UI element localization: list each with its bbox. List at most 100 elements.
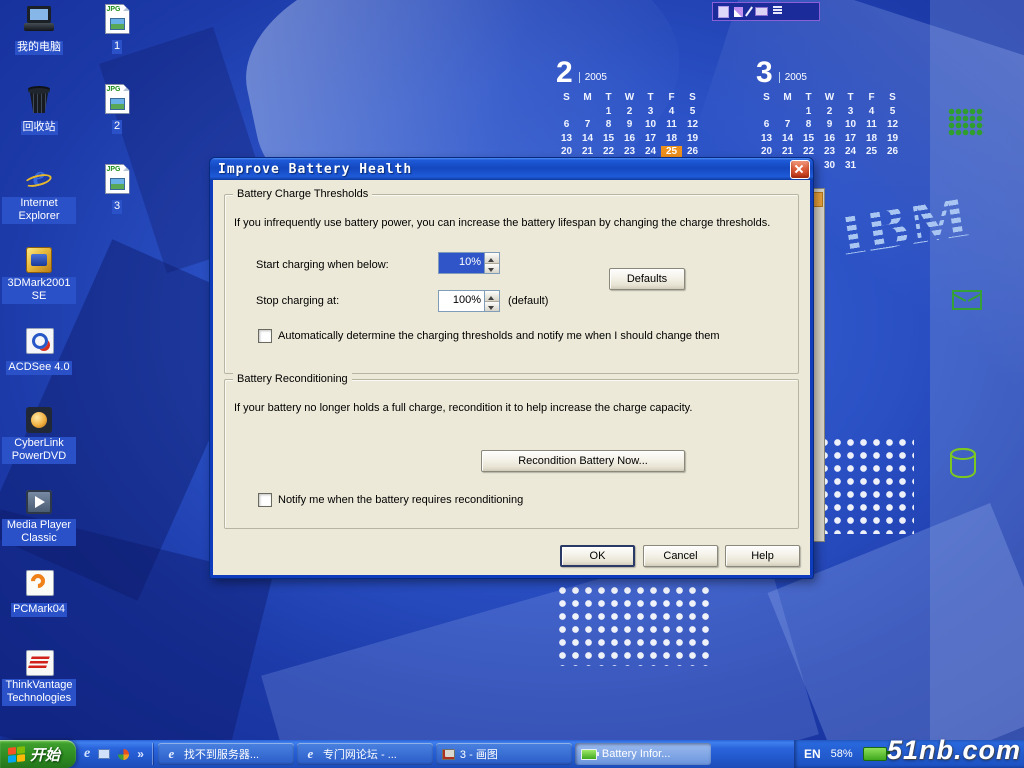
recondition-battery-button[interactable]: Recondition Battery Now... <box>481 450 685 472</box>
close-button[interactable] <box>790 160 810 179</box>
calendar-day-headers: SMTWTFS <box>556 92 706 106</box>
desktop-icon-powerdvd[interactable]: CyberLink PowerDVD <box>2 406 76 464</box>
taskbar-button[interactable]: 专门网论坛 - ... <box>297 743 433 765</box>
calendar-february: 2 2005 SMTWTFS 1234567891011121314151617… <box>556 56 706 173</box>
calendar-day-header: M <box>777 92 798 106</box>
calendar-day-header: W <box>619 92 640 106</box>
cancel-button[interactable]: Cancel <box>643 545 718 567</box>
desktop-icon-my-computer[interactable]: 我的电脑 <box>2 6 76 55</box>
desktop[interactable]: IBM 我的电脑回收站Internet Explorer3DMark2001 S… <box>0 0 1024 768</box>
checkbox-unchecked[interactable] <box>258 493 272 507</box>
desktop-file-label: 1 <box>112 40 122 54</box>
checkbox-label: Notify me when the battery requires reco… <box>278 494 523 506</box>
calendar-day: 15 <box>598 133 619 147</box>
show-desktop-icon[interactable] <box>98 749 110 759</box>
battery-icon[interactable] <box>863 747 887 761</box>
calendar-day: 4 <box>861 106 882 120</box>
calendar-day: 12 <box>682 119 703 133</box>
calendar-day: 9 <box>819 119 840 133</box>
background-window-edge <box>811 188 825 542</box>
calendar-day: 18 <box>861 133 882 147</box>
start-charging-label: Start charging when below: <box>256 259 389 271</box>
desktop-icon-pcmark04[interactable]: PCMark04 <box>2 568 76 617</box>
desktop-icon-acdsee[interactable]: ACDSee 4.0 <box>2 326 76 375</box>
desktop-file-2[interactable]: JPG2 <box>80 84 154 134</box>
calendar-day-header: F <box>661 92 682 106</box>
reconditioning-description: If your battery no longer holds a full c… <box>234 402 692 414</box>
desktop-icon-internet-explorer[interactable]: Internet Explorer <box>2 166 76 224</box>
calendar-day-header: T <box>598 92 619 106</box>
spin-up-icon[interactable] <box>485 291 499 302</box>
desktop-icon-label: 3DMark2001 SE <box>2 277 76 304</box>
desktop-icon-recycle-bin[interactable]: 回收站 <box>2 86 76 135</box>
spin-down-icon[interactable] <box>485 264 499 274</box>
desktop-icon-label: 回收站 <box>21 121 58 135</box>
spin-down-icon[interactable] <box>485 302 499 312</box>
start-charge-spinner[interactable]: 10% <box>438 252 500 274</box>
jpg-thumbnail <box>110 18 125 30</box>
taskbar-button[interactable]: Battery Infor... <box>575 743 711 765</box>
internet-explorer-icon[interactable] <box>84 746 90 762</box>
calendar-day: 4 <box>661 106 682 120</box>
language-indicator[interactable]: EN <box>804 747 821 761</box>
calendar-day: 6 <box>756 119 777 133</box>
calendar-day: 19 <box>682 133 703 147</box>
desktop-icon-label: CyberLink PowerDVD <box>2 437 76 464</box>
auto-threshold-checkbox-row[interactable]: Automatically determine the charging thr… <box>258 329 719 343</box>
desktop-file-3[interactable]: JPG 3 <box>80 164 154 214</box>
calendar-day: 1 <box>598 106 619 120</box>
spin-up-icon[interactable] <box>485 253 499 264</box>
chevron-icon[interactable] <box>137 747 144 761</box>
help-button[interactable]: Help <box>725 545 800 567</box>
start-charge-value[interactable]: 10% <box>439 253 484 273</box>
calendar-day-header: M <box>577 92 598 106</box>
desktop-icon-media-player-classic[interactable]: Media Player Classic <box>2 488 76 546</box>
taskbar-button-label: 专门网论坛 - ... <box>323 746 397 762</box>
ie-page-icon <box>303 748 318 761</box>
desktop-file-label: 2 <box>112 120 122 134</box>
desktop-toolbar[interactable] <box>712 2 820 21</box>
stop-charge-spinner[interactable]: 100% <box>438 290 500 312</box>
battery-reconditioning-group: Battery Reconditioning If your battery n… <box>224 379 799 529</box>
calendar-day: 13 <box>756 133 777 147</box>
windows-logo-icon <box>8 746 25 763</box>
default-suffix: (default) <box>508 295 548 307</box>
battery-charge-thresholds-group: Battery Charge Thresholds If you infrequ… <box>224 194 799 374</box>
checkbox-unchecked[interactable] <box>258 329 272 343</box>
notify-recondition-checkbox-row[interactable]: Notify me when the battery requires reco… <box>258 493 523 507</box>
desktop-file-1[interactable]: JPG1 <box>80 4 154 54</box>
calendar-day: 1 <box>798 106 819 120</box>
options-icon[interactable] <box>773 9 782 11</box>
stop-charge-value[interactable]: 100% <box>439 291 484 311</box>
desktop-file-label: 3 <box>112 200 122 214</box>
calendar-month-number: 3 <box>756 60 773 86</box>
dialog-titlebar[interactable]: Improve Battery Health <box>210 158 813 180</box>
pcmark04-icon <box>22 568 56 596</box>
taskbar-button[interactable]: 3 - 画图 <box>436 743 572 765</box>
defaults-button[interactable]: Defaults <box>609 268 685 290</box>
media-player-icon[interactable] <box>118 749 129 760</box>
calendar-day: 2 <box>619 106 640 120</box>
handwriting-icon[interactable] <box>734 7 743 17</box>
calendar-day: 16 <box>619 133 640 147</box>
jpg-badge: JPG <box>107 166 121 173</box>
input-panel-icon[interactable] <box>718 6 729 18</box>
desktop-icon-label: ThinkVantage Technologies <box>2 679 76 706</box>
pen-icon[interactable] <box>745 6 753 16</box>
background-window-button[interactable] <box>812 192 823 207</box>
jpg-thumbnail <box>110 178 125 190</box>
jpg-file-icon: JPG <box>105 164 130 194</box>
start-button[interactable]: 开始 <box>0 740 76 768</box>
calendar-day-headers: SMTWTFS <box>756 92 906 106</box>
paint-icon <box>442 749 455 760</box>
taskbar-button[interactable]: 找不到服务器... <box>158 743 294 765</box>
calendar-day: 31 <box>840 160 861 174</box>
ok-button[interactable]: OK <box>560 545 635 567</box>
keyboard-icon[interactable] <box>755 7 768 16</box>
stop-charging-label: Stop charging at: <box>256 295 339 307</box>
desktop-icon-thinkvantage[interactable]: ThinkVantage Technologies <box>2 648 76 706</box>
desktop-icon-3dmark2001-se[interactable]: 3DMark2001 SE <box>2 246 76 304</box>
task-buttons: 找不到服务器... 专门网论坛 - ... 3 - 画图Battery Infor.… <box>153 743 794 765</box>
calendar-day: 8 <box>798 119 819 133</box>
calendar-day: 17 <box>840 133 861 147</box>
